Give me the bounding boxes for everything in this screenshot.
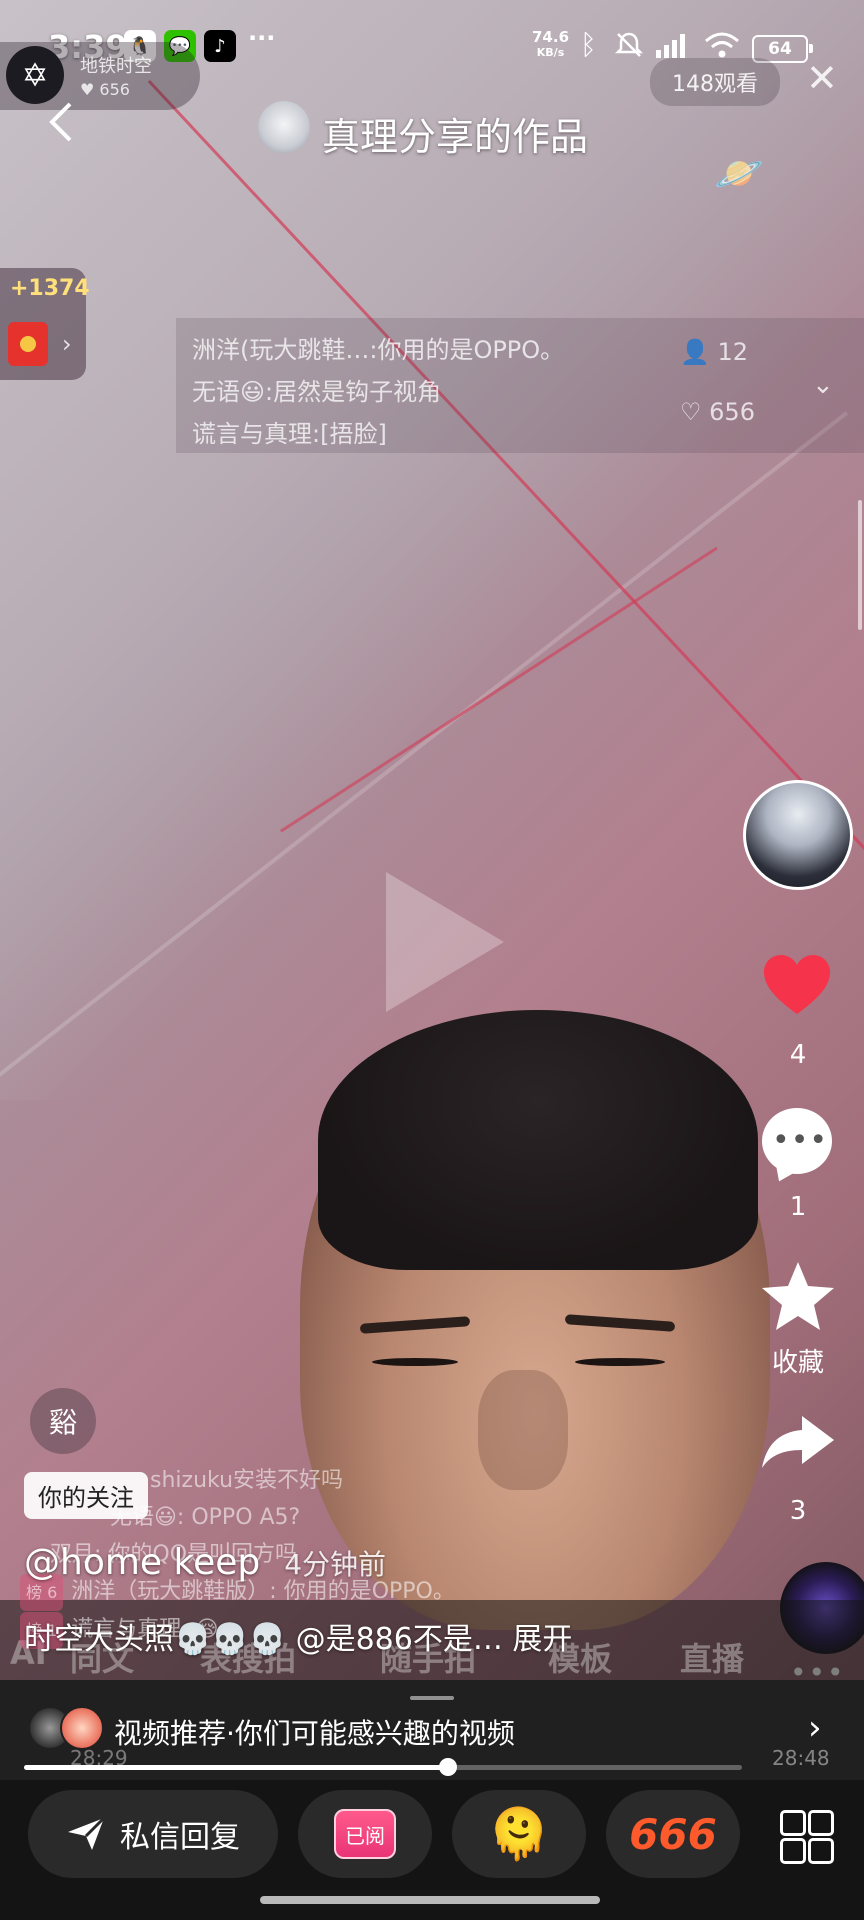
progress-fill [24, 1765, 448, 1770]
person-hair [318, 1010, 758, 1270]
viewer-stat-value: 12 [717, 338, 749, 366]
author-line[interactable]: @home keep 4分钟前 [24, 1542, 386, 1583]
back-arrow-icon[interactable] [46, 100, 76, 152]
person-icon: 👤 [680, 338, 710, 366]
tiktok-icon: ♪ [204, 30, 236, 62]
live-avatar-icon[interactable]: ✡ [6, 46, 64, 104]
bluetooth-icon: ᛒ [580, 28, 597, 61]
like-stat: ♡ 656 [680, 398, 755, 426]
like-heart-icon[interactable] [762, 952, 832, 1022]
heart-outline-icon: ♡ [680, 398, 702, 426]
red-packet-icon[interactable] [8, 322, 48, 366]
progress-knob[interactable] [438, 1758, 457, 1776]
like-count: 4 [789, 1040, 807, 1070]
left-eye [372, 1358, 458, 1366]
net-speed-unit: KB/s [536, 46, 565, 59]
live-room-name: 地铁时空 [80, 56, 152, 77]
viewer-count: 148观看 [650, 58, 780, 106]
grid-icon[interactable] [780, 1810, 834, 1864]
star-icon[interactable] [758, 1260, 838, 1332]
drag-handle[interactable] [410, 1696, 454, 1700]
share-count: 3 [789, 1496, 807, 1526]
bg-chat-text: shizuku安装不好吗 [150, 1468, 344, 1493]
six-six-six-label: 666 [629, 1809, 717, 1859]
chevron-right-icon[interactable]: › [808, 1708, 822, 1748]
planet-icon[interactable]: 🪐 [714, 150, 764, 197]
more-icon: ··· [248, 24, 276, 52]
red-packet-count: +1374 [10, 276, 90, 301]
net-speed: 74.6 KB/s [532, 30, 569, 60]
video-description[interactable]: 时空大头照💀💀💀 @是886不是… 展开 [24, 1614, 572, 1658]
share-arrow-icon[interactable] [758, 1412, 838, 1472]
scroll-indicator[interactable] [858, 500, 862, 630]
close-icon[interactable]: ✕ [806, 56, 838, 100]
time-total: 28:48 [772, 1746, 830, 1770]
reply-label: 私信回复 [120, 1820, 240, 1855]
chevron-right-icon[interactable]: › [62, 330, 72, 358]
six-six-six-button[interactable]: 666 [606, 1790, 740, 1878]
chat-line: 无语😃:居然是钩子视角 [192, 378, 442, 406]
send-icon [68, 1816, 106, 1850]
chat-line: 洲洋(玩大跳鞋…:你用的是OPPO。 [192, 336, 565, 364]
read-badge: 已阅 [334, 1809, 396, 1859]
chevron-down-icon[interactable]: ⌄ [812, 370, 834, 400]
follow-tag[interactable]: 你的关注 [24, 1472, 148, 1519]
comment-dots: ••• [772, 1123, 829, 1158]
author-handle[interactable]: @home keep [24, 1542, 260, 1583]
rec-avatar-2 [60, 1706, 104, 1750]
favorite-label: 收藏 [771, 1348, 824, 1378]
post-time: 4分钟前 [284, 1548, 387, 1581]
emoji-face-icon: 🫠 [487, 1804, 551, 1863]
mute-icon [614, 30, 644, 64]
page-title: 真理分享的作品 [322, 115, 589, 159]
bg-tab: 直播 [680, 1640, 745, 1678]
right-eye [575, 1358, 665, 1366]
like-stat-value: 656 [709, 398, 755, 426]
play-icon[interactable] [386, 872, 504, 1012]
recommend-text[interactable]: 视频推荐·你们可能感兴趣的视频 [114, 1712, 515, 1752]
live-room-likes: ♥ 656 [80, 80, 130, 99]
reply-button[interactable]: 私信回复 [28, 1790, 278, 1878]
viewer-stat: 👤 12 [680, 338, 748, 366]
author-avatar[interactable] [743, 780, 853, 890]
read-button[interactable]: 已阅 [298, 1790, 432, 1878]
net-speed-value: 74.6 [532, 28, 570, 46]
comment-count: 1 [789, 1192, 807, 1222]
gift-badge[interactable]: 谿 [30, 1388, 96, 1454]
home-indicator[interactable] [260, 1896, 600, 1904]
battery-level: 64 [768, 39, 792, 59]
chat-line: 谎言与真理:[捂脸] [192, 420, 387, 448]
title-avatar[interactable] [258, 101, 310, 153]
emoji-button[interactable]: 🫠 [452, 1790, 586, 1878]
